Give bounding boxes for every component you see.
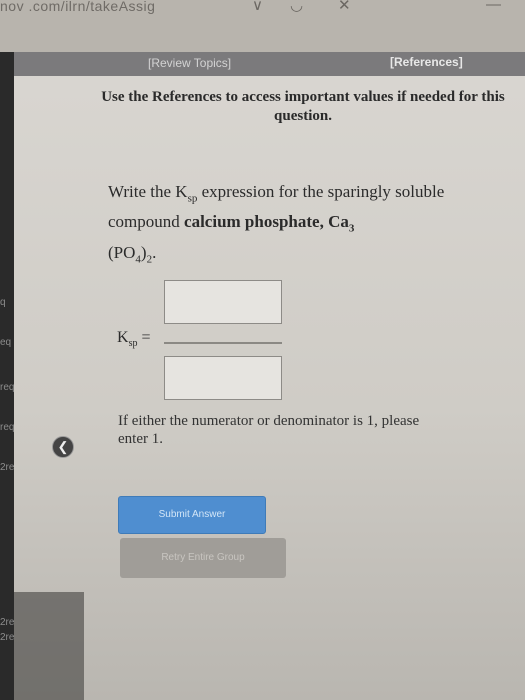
nav-icon[interactable]: ∨ <box>252 0 263 14</box>
references-bar: [Review Topics] [References] <box>14 52 525 76</box>
nav-item[interactable]: req <box>0 422 14 433</box>
fraction-bar <box>164 342 282 344</box>
shield-icon[interactable]: ◡ <box>290 0 303 14</box>
nav-item[interactable]: q <box>0 297 6 308</box>
hint-text: If either the numerator or denominator i… <box>118 413 420 447</box>
denominator-input[interactable] <box>164 356 282 400</box>
sidebar-shadow <box>14 592 84 700</box>
nav-item[interactable]: req <box>0 382 14 393</box>
question-panel: [Review Topics] [References] Use the Ref… <box>14 52 525 700</box>
instructions-text: Use the References to access important v… <box>101 89 505 124</box>
chevron-left-icon[interactable]: ❮ <box>52 436 74 458</box>
question-nav-sidebar: q eq req req 2req 2req 2req <box>0 52 20 700</box>
address-bar-fragment[interactable]: nov .com/ilrn/takeAssig <box>0 0 155 14</box>
ksp-label: Ksp = <box>117 329 151 350</box>
question-text: Write the Ksp expression for the sparing… <box>108 182 445 266</box>
retry-group-button[interactable]: Retry Entire Group <box>120 538 286 578</box>
references-link[interactable]: [References] <box>390 55 463 69</box>
browser-top-bar: nov .com/ilrn/takeAssig ∨ ◡ ✕ — <box>0 0 525 52</box>
minimize-icon[interactable]: — <box>486 0 501 13</box>
close-icon[interactable]: ✕ <box>338 0 351 14</box>
numerator-input[interactable] <box>164 280 282 324</box>
nav-item[interactable]: eq <box>0 337 11 348</box>
review-topics-link[interactable]: [Review Topics] <box>148 56 231 70</box>
submit-answer-button[interactable]: Submit Answer <box>118 496 266 534</box>
